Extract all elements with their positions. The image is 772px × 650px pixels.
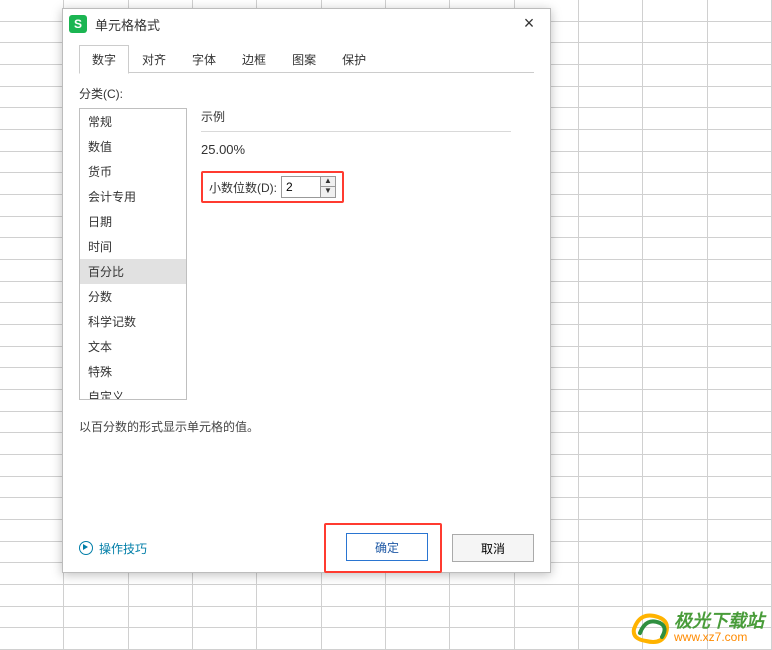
category-label: 分类(C): — [79, 85, 534, 102]
decimal-places-input[interactable] — [282, 177, 320, 197]
dialog-body: 分类(C): 常规数值货币会计专用日期时间百分比分数科学记数文本特殊自定义 示例… — [63, 73, 550, 524]
ok-highlight-box: 确定 — [324, 523, 442, 573]
play-circle-icon — [79, 541, 93, 555]
dialog-title: 单元格格式 — [95, 15, 514, 34]
category-item-5[interactable]: 时间 — [80, 234, 186, 259]
tab-4[interactable]: 图案 — [279, 45, 329, 73]
tab-5[interactable]: 保护 — [329, 45, 379, 73]
decimal-places-label: 小数位数(D): — [209, 179, 277, 196]
divider — [201, 131, 511, 132]
example-label: 示例 — [201, 108, 534, 125]
category-item-0[interactable]: 常规 — [80, 109, 186, 134]
category-item-11[interactable]: 自定义 — [80, 384, 186, 400]
dialog-tabs: 数字对齐字体边框图案保护 — [79, 45, 534, 73]
cancel-button[interactable]: 取消 — [452, 534, 534, 562]
watermark: 极光下载站 www.xz7.com — [630, 611, 764, 645]
tips-label: 操作技巧 — [99, 540, 147, 557]
format-preview-pane: 示例 25.00% 小数位数(D): ▲ ▼ — [187, 108, 534, 400]
tab-2[interactable]: 字体 — [179, 45, 229, 73]
category-item-6[interactable]: 百分比 — [80, 259, 186, 284]
category-item-3[interactable]: 会计专用 — [80, 184, 186, 209]
close-icon[interactable]: × — [514, 12, 544, 36]
watermark-logo-icon — [630, 611, 670, 645]
category-item-10[interactable]: 特殊 — [80, 359, 186, 384]
decimal-places-row: 小数位数(D): ▲ ▼ — [201, 171, 344, 203]
cell-format-dialog: S 单元格格式 × 数字对齐字体边框图案保护 分类(C): 常规数值货币会计专用… — [62, 8, 551, 573]
spinner-down-icon[interactable]: ▼ — [321, 187, 335, 197]
category-item-4[interactable]: 日期 — [80, 209, 186, 234]
tab-1[interactable]: 对齐 — [129, 45, 179, 73]
tab-3[interactable]: 边框 — [229, 45, 279, 73]
dialog-titlebar: S 单元格格式 × — [63, 9, 550, 39]
decimal-places-spinner[interactable]: ▲ ▼ — [281, 176, 336, 198]
watermark-url: www.xz7.com — [674, 631, 764, 644]
category-item-2[interactable]: 货币 — [80, 159, 186, 184]
watermark-title: 极光下载站 — [674, 612, 764, 632]
tab-0[interactable]: 数字 — [79, 45, 129, 74]
ok-button[interactable]: 确定 — [346, 533, 428, 561]
example-value: 25.00% — [201, 142, 534, 157]
category-listbox[interactable]: 常规数值货币会计专用日期时间百分比分数科学记数文本特殊自定义 — [79, 108, 187, 400]
wps-spreadsheet-icon: S — [69, 15, 87, 33]
category-item-1[interactable]: 数值 — [80, 134, 186, 159]
category-item-9[interactable]: 文本 — [80, 334, 186, 359]
dialog-footer: 操作技巧 确定 取消 — [63, 524, 550, 572]
category-item-7[interactable]: 分数 — [80, 284, 186, 309]
category-item-8[interactable]: 科学记数 — [80, 309, 186, 334]
tips-link[interactable]: 操作技巧 — [79, 540, 147, 557]
format-description: 以百分数的形式显示单元格的值。 — [79, 418, 534, 435]
